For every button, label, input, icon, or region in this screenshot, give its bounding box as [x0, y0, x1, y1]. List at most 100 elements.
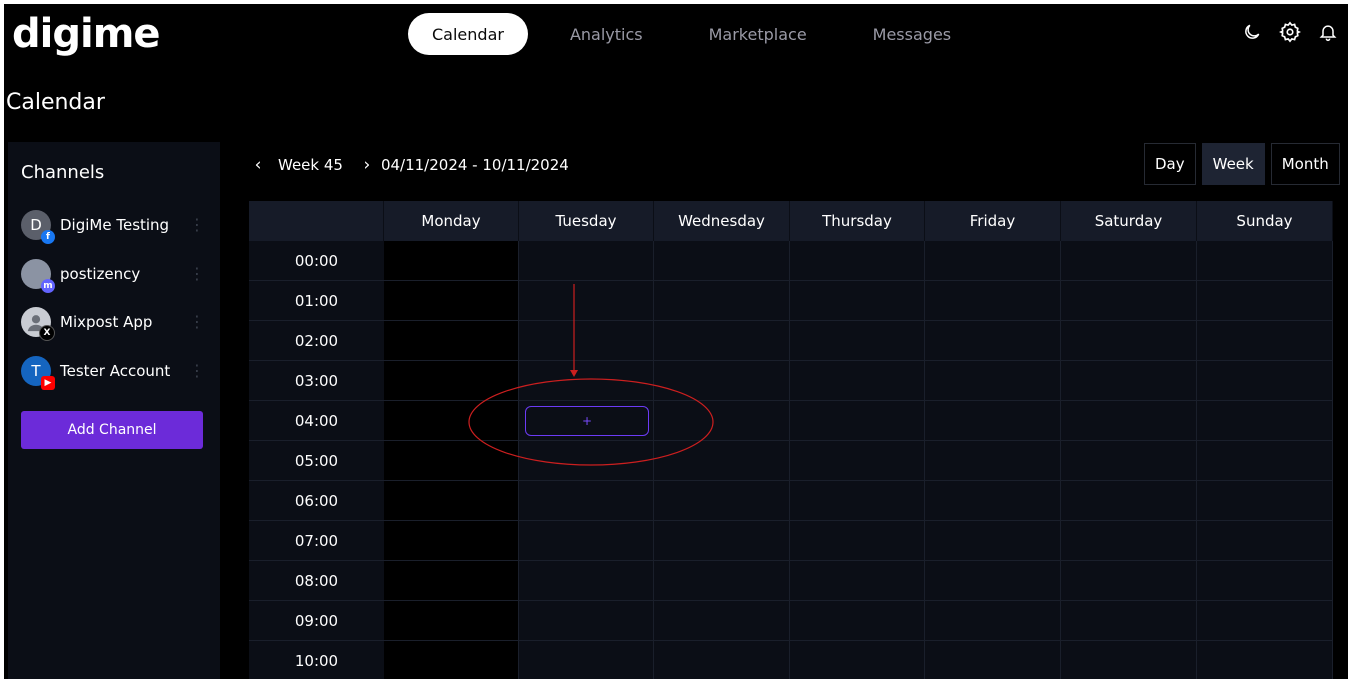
- week-navigator: ‹ Week 45 › 04/11/2024 - 10/11/2024: [248, 154, 569, 176]
- time-slot-tuesday[interactable]: [519, 521, 654, 561]
- time-slot-saturday[interactable]: [1061, 241, 1197, 281]
- time-slot-friday[interactable]: [925, 641, 1061, 679]
- time-slot-wednesday[interactable]: [654, 641, 790, 679]
- time-slot-thursday[interactable]: [790, 281, 925, 321]
- time-slot-friday[interactable]: [925, 281, 1061, 321]
- time-label: 07:00: [249, 521, 384, 561]
- channel-name: Mixpost App: [60, 313, 153, 331]
- time-slot-tuesday[interactable]: [519, 281, 654, 321]
- time-slot-friday[interactable]: [925, 521, 1061, 561]
- view-week-button[interactable]: Week: [1201, 143, 1265, 185]
- chevron-right-icon[interactable]: ›: [357, 155, 377, 175]
- time-slot-thursday[interactable]: [790, 441, 925, 481]
- time-slot-thursday[interactable]: [790, 481, 925, 521]
- time-slot-sunday[interactable]: [1197, 401, 1333, 441]
- time-slot-sunday[interactable]: [1197, 241, 1333, 281]
- channel-item-mixpost-app[interactable]: X Mixpost App ⋮: [21, 306, 205, 341]
- add-post-slot-button[interactable]: +: [525, 406, 649, 436]
- time-slot-tuesday[interactable]: [519, 601, 654, 641]
- time-slot-thursday[interactable]: [790, 241, 925, 281]
- time-slot-friday[interactable]: [925, 401, 1061, 441]
- time-slot-saturday[interactable]: [1061, 321, 1197, 361]
- time-slot-monday: [384, 521, 519, 561]
- time-slot-thursday[interactable]: [790, 401, 925, 441]
- time-slot-wednesday[interactable]: [654, 401, 790, 441]
- time-slot-monday: [384, 361, 519, 401]
- time-slot-sunday[interactable]: [1197, 361, 1333, 401]
- kebab-menu-icon[interactable]: ⋮: [189, 217, 205, 233]
- time-slot-saturday[interactable]: [1061, 521, 1197, 561]
- time-slot-wednesday[interactable]: [654, 281, 790, 321]
- view-day-button[interactable]: Day: [1144, 143, 1196, 185]
- kebab-menu-icon[interactable]: ⋮: [189, 266, 205, 282]
- time-slot-wednesday[interactable]: [654, 601, 790, 641]
- time-slot-monday: [384, 641, 519, 679]
- nav-tab-marketplace[interactable]: Marketplace: [685, 13, 831, 55]
- time-slot-wednesday[interactable]: [654, 521, 790, 561]
- time-slot-friday[interactable]: [925, 321, 1061, 361]
- nav-tab-calendar[interactable]: Calendar: [408, 13, 528, 55]
- time-slot-thursday[interactable]: [790, 641, 925, 679]
- time-slot-saturday[interactable]: [1061, 481, 1197, 521]
- time-slot-saturday[interactable]: [1061, 601, 1197, 641]
- view-month-button[interactable]: Month: [1270, 143, 1340, 185]
- time-slot-sunday[interactable]: [1197, 321, 1333, 361]
- time-slot-saturday[interactable]: [1061, 641, 1197, 679]
- channel-item-digime-testing[interactable]: D f DigiMe Testing ⋮: [21, 209, 205, 244]
- moon-icon[interactable]: [1240, 20, 1264, 44]
- time-slot-thursday[interactable]: [790, 321, 925, 361]
- time-slot-friday[interactable]: [925, 361, 1061, 401]
- time-slot-saturday[interactable]: [1061, 281, 1197, 321]
- time-slot-wednesday[interactable]: [654, 441, 790, 481]
- time-slot-wednesday[interactable]: [654, 241, 790, 281]
- time-slot-sunday[interactable]: [1197, 561, 1333, 601]
- gear-icon[interactable]: [1278, 20, 1302, 44]
- hour-row: 07:00: [249, 521, 1333, 561]
- bell-icon[interactable]: [1316, 20, 1340, 44]
- chevron-left-icon[interactable]: ‹: [248, 155, 268, 175]
- time-slot-saturday[interactable]: [1061, 561, 1197, 601]
- time-slot-thursday[interactable]: [790, 561, 925, 601]
- time-slot-tuesday[interactable]: [519, 561, 654, 601]
- time-slot-friday[interactable]: [925, 601, 1061, 641]
- time-slot-sunday[interactable]: [1197, 481, 1333, 521]
- time-slot-sunday[interactable]: [1197, 601, 1333, 641]
- time-slot-wednesday[interactable]: [654, 321, 790, 361]
- time-slot-friday[interactable]: [925, 441, 1061, 481]
- time-slot-wednesday[interactable]: [654, 561, 790, 601]
- add-channel-button[interactable]: Add Channel: [21, 411, 203, 449]
- channel-item-postizency[interactable]: m postizency ⋮: [21, 258, 205, 293]
- time-label: 06:00: [249, 481, 384, 521]
- time-slot-saturday[interactable]: [1061, 441, 1197, 481]
- time-slot-monday: [384, 241, 519, 281]
- time-slot-sunday[interactable]: [1197, 521, 1333, 561]
- nav-tab-messages[interactable]: Messages: [849, 13, 975, 55]
- time-slot-tuesday[interactable]: [519, 361, 654, 401]
- time-slot-thursday[interactable]: [790, 601, 925, 641]
- time-slot-thursday[interactable]: [790, 361, 925, 401]
- day-header-thursday: Thursday: [790, 201, 925, 241]
- time-slot-wednesday[interactable]: [654, 361, 790, 401]
- time-slot-friday[interactable]: [925, 241, 1061, 281]
- kebab-menu-icon[interactable]: ⋮: [189, 363, 205, 379]
- time-slot-sunday[interactable]: [1197, 441, 1333, 481]
- time-slot-tuesday[interactable]: [519, 641, 654, 679]
- time-slot-tuesday[interactable]: [519, 241, 654, 281]
- time-slot-thursday[interactable]: [790, 521, 925, 561]
- time-slot-tuesday[interactable]: [519, 441, 654, 481]
- kebab-menu-icon[interactable]: ⋮: [189, 314, 205, 330]
- time-slot-sunday[interactable]: [1197, 281, 1333, 321]
- time-slot-saturday[interactable]: [1061, 401, 1197, 441]
- digime-logo[interactable]: digime: [12, 6, 160, 62]
- channel-item-tester-account[interactable]: T ▶ Tester Account ⋮: [21, 355, 205, 390]
- time-slot-friday[interactable]: [925, 481, 1061, 521]
- channel-name: postizency: [60, 265, 141, 283]
- time-slot-tuesday[interactable]: [519, 321, 654, 361]
- time-slot-tuesday[interactable]: [519, 481, 654, 521]
- time-label: 03:00: [249, 361, 384, 401]
- nav-tab-analytics[interactable]: Analytics: [546, 13, 667, 55]
- time-slot-saturday[interactable]: [1061, 361, 1197, 401]
- time-slot-wednesday[interactable]: [654, 481, 790, 521]
- time-slot-sunday[interactable]: [1197, 641, 1333, 679]
- time-slot-friday[interactable]: [925, 561, 1061, 601]
